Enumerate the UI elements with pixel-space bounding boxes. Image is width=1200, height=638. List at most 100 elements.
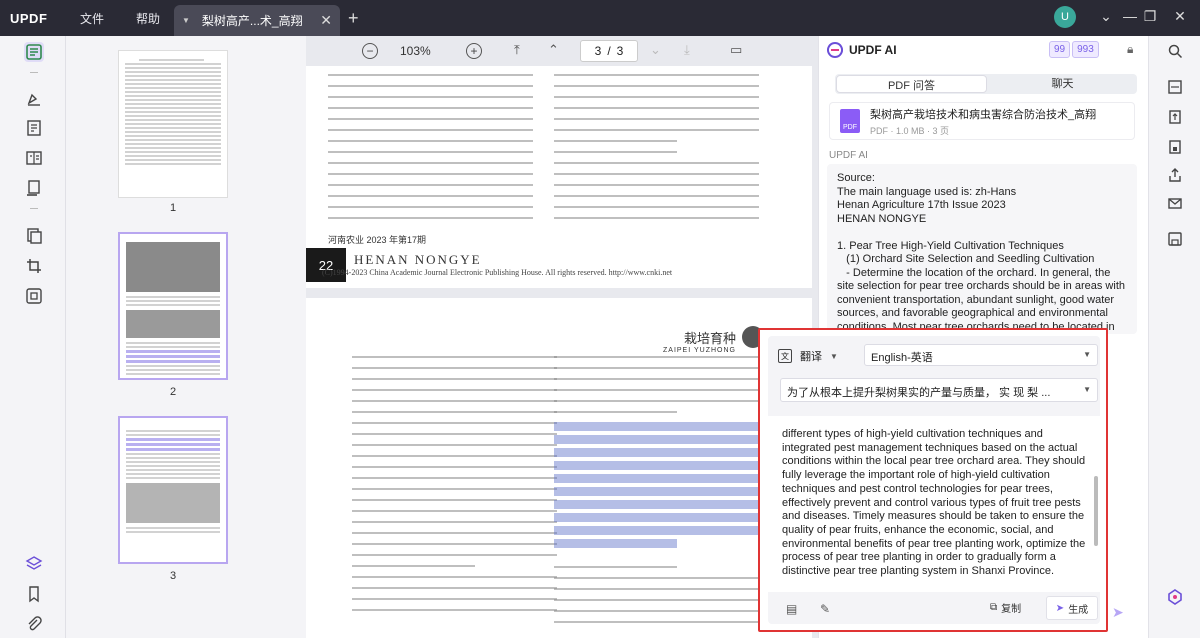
crop-icon[interactable]: [24, 256, 44, 276]
divider: [30, 208, 38, 209]
close-window-icon[interactable]: ✕: [1170, 8, 1190, 25]
highlighter-icon[interactable]: [24, 88, 44, 108]
file-card[interactable]: PDF 梨树高产栽培技术和病虫害综合防治技术_高翔 PDF · 1.0 MB ·…: [829, 102, 1135, 140]
divider: [30, 72, 38, 73]
document-tab[interactable]: ▼ 梨树高产...术_高翔 ✕: [174, 5, 340, 36]
scrollbar[interactable]: [1094, 476, 1098, 546]
chevron-down-icon: ▼: [1083, 350, 1091, 359]
chevron-down-icon: ▼: [830, 351, 838, 361]
reader-icon[interactable]: [24, 42, 44, 62]
send-icon: ➤: [1055, 602, 1065, 614]
compare-icon[interactable]: [24, 286, 44, 306]
chevron-down-icon: ▼: [1083, 385, 1091, 394]
previous-page-icon[interactable]: ⌃: [548, 42, 559, 58]
message-icon[interactable]: ▤: [786, 602, 797, 616]
translate-popup: 文 翻译 ▼ English-英语 ▼ 为了从根本上提升梨树果实的产量与质量， …: [758, 328, 1108, 632]
text-column: [554, 74, 759, 228]
lock-icon[interactable]: 🔒︎: [1127, 42, 1133, 57]
title-bar: UPDF 文件 帮助 ▼ 梨树高产...术_高翔 ✕ + U ⌄ — ❐ ✕: [0, 0, 1200, 36]
ocr-icon[interactable]: [1166, 78, 1184, 96]
section-subtitle: ZAIPEI YUZHONG: [663, 347, 736, 354]
attachment-icon[interactable]: [24, 614, 44, 634]
ai-title: UPDF AI: [849, 43, 897, 57]
updf-ai-icon[interactable]: [1166, 588, 1184, 606]
pages-icon[interactable]: [24, 226, 44, 246]
credit-badge: 99: [1049, 41, 1071, 58]
search-icon[interactable]: [1166, 42, 1184, 60]
generate-button[interactable]: ➤ 生成: [1046, 596, 1098, 620]
document-viewer: − 103% + ⤒ ⌃ 3 / 3 ⌄ ⤓ ▭ 河南农业 2023 年第17期…: [306, 36, 818, 638]
copy-icon: ⧉: [990, 602, 998, 613]
next-page-icon[interactable]: ⌄: [650, 42, 661, 58]
share-icon[interactable]: [1166, 166, 1184, 184]
source-text-select[interactable]: 为了从根本上提升梨树果实的产量与质量， 实 现 梨 ... ▼: [780, 378, 1098, 402]
credit-badge: 993: [1072, 41, 1099, 58]
ai-logo-icon: [827, 42, 843, 58]
chevron-down-icon[interactable]: ⌄: [1096, 8, 1116, 25]
restore-icon[interactable]: ❐: [1140, 8, 1160, 25]
close-tab-icon[interactable]: ✕: [320, 12, 332, 29]
page-number-input[interactable]: 3 / 3: [580, 40, 638, 62]
thumbnail-page-3[interactable]: [118, 416, 228, 564]
avatar[interactable]: U: [1054, 6, 1076, 28]
translation-result: different types of high-yield cultivatio…: [768, 416, 1100, 592]
email-icon[interactable]: [1166, 194, 1184, 212]
tab-pdf-qa[interactable]: PDF 问答: [836, 75, 987, 93]
presentation-icon[interactable]: ▭: [730, 42, 742, 58]
layers-icon[interactable]: [24, 554, 44, 574]
thumbnail-page-2[interactable]: [118, 232, 228, 380]
total-pages: 3: [616, 44, 624, 58]
convert-icon[interactable]: [1166, 108, 1184, 126]
page-banner: 22 HENAN NONGYE (C)1994-2023 China Acade…: [306, 248, 812, 282]
text-column: [352, 356, 557, 620]
copy-label: 复制: [1001, 604, 1022, 615]
tab-caret-icon[interactable]: ▼: [182, 16, 190, 25]
pdf-page-3: 栽培育种 ZAIPEI YUZHONG: [306, 298, 812, 638]
thumbnail-panel: 1 2 3: [66, 36, 306, 638]
zoom-in-button[interactable]: +: [466, 43, 482, 59]
protect-icon[interactable]: [1166, 138, 1184, 156]
text-column: [554, 356, 759, 632]
pdf-file-icon: PDF: [840, 109, 860, 133]
page-footer: 河南农业 2023 年第17期: [328, 235, 427, 245]
zoom-level[interactable]: 103%: [400, 44, 431, 58]
thumbnail-number: 1: [169, 202, 177, 214]
thumbnail-page-1[interactable]: [118, 50, 228, 198]
translate-footer: ▤ ✎ ⧉ 复制 ➤ 生成: [768, 594, 1100, 624]
target-language-select[interactable]: English-英语 ▼: [864, 344, 1098, 366]
copy-button[interactable]: ⧉ 复制: [990, 600, 1021, 615]
translate-icon: 文: [778, 349, 792, 363]
app-logo: UPDF: [10, 10, 48, 26]
current-page[interactable]: 3: [595, 44, 602, 58]
text-column: [328, 74, 533, 228]
ai-tabs: PDF 问答 聊天: [835, 74, 1137, 94]
first-page-icon[interactable]: ⤒: [514, 42, 520, 58]
left-toolbar: [0, 36, 66, 638]
minimize-icon[interactable]: —: [1120, 8, 1140, 24]
menu-help[interactable]: 帮助: [136, 10, 160, 27]
section-title: 栽培育种: [683, 331, 736, 346]
copyright-line: (C)1994-2023 China Academic Journal Elec…: [322, 268, 673, 277]
translate-mode-label: 翻译: [800, 351, 822, 363]
edit-text-icon[interactable]: [24, 118, 44, 138]
thumbnail-number: 3: [169, 570, 177, 582]
file-meta: PDF · 1.0 MB · 3 页: [870, 125, 950, 136]
save-icon[interactable]: [1166, 230, 1184, 248]
translate-mode-select[interactable]: 文 翻译 ▼: [778, 348, 838, 364]
organize-pages-icon[interactable]: [24, 178, 44, 198]
zoom-out-button[interactable]: −: [362, 43, 378, 59]
bookmark-icon[interactable]: [24, 584, 44, 604]
ai-credits: 99 993: [1049, 41, 1099, 58]
form-icon[interactable]: [24, 148, 44, 168]
tab-chat[interactable]: 聊天: [988, 74, 1137, 94]
file-name: 梨树高产栽培技术和病虫害综合防治技术_高翔: [870, 108, 1097, 121]
menu-file[interactable]: 文件: [80, 10, 104, 27]
viewer-toolbar: − 103% + ⤒ ⌃ 3 / 3 ⌄ ⤓ ▭: [306, 36, 818, 66]
send-message-icon[interactable]: ➤: [1112, 604, 1124, 621]
tab-title: 梨树高产...术_高翔: [201, 14, 303, 28]
new-tab-icon[interactable]: +: [348, 8, 359, 29]
last-page-icon[interactable]: ⤓: [684, 42, 690, 58]
generate-label: 生成: [1068, 604, 1089, 616]
highlighter-icon[interactable]: ✎: [820, 602, 830, 616]
journal-name: HENAN NONGYE: [354, 252, 482, 267]
